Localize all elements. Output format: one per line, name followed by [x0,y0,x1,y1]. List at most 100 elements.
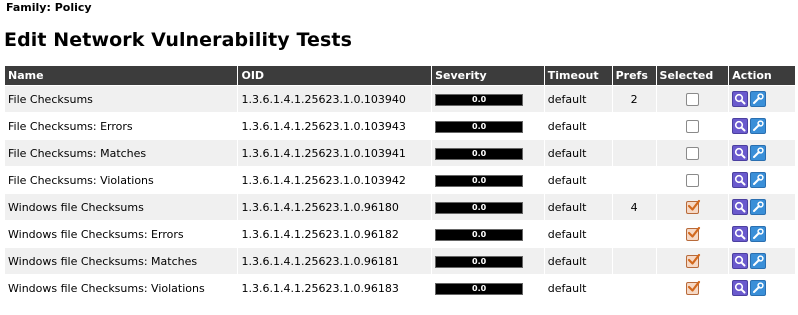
nvt-name: File Checksums: Matches [5,140,238,166]
table-row: Windows file Checksums: Violations 1.3.6.… [5,275,795,301]
column-header-action: Action [729,66,795,85]
severity-bar: 0.0 [435,93,524,106]
action-cell [729,194,795,220]
severity-bar: 0.0 [435,255,524,268]
action-cell [729,275,795,301]
nvt-oid: 1.3.6.1.4.1.25623.1.0.96181 [238,248,432,274]
page-title: Edit Network Vulnerability Tests [4,29,353,51]
nvt-prefs [612,167,656,193]
wrench-icon[interactable] [750,226,767,242]
wrench-icon[interactable] [750,280,767,296]
select-checkbox[interactable] [685,92,699,106]
nvt-prefs [612,275,656,301]
severity-bar: 0.0 [435,120,524,133]
severity-cell: 0.0 [432,167,544,193]
select-checkbox[interactable] [685,119,699,133]
nvt-oid: 1.3.6.1.4.1.25623.1.0.103941 [238,140,432,166]
selected-cell [656,275,729,301]
select-checkbox[interactable] [685,253,701,268]
nvt-prefs: 2 [612,86,656,112]
select-checkbox[interactable] [685,146,699,160]
magnifier-icon[interactable] [732,118,749,134]
table-row: File Checksums: Violations 1.3.6.1.4.1.25… [5,167,795,193]
select-checkbox[interactable] [685,280,701,295]
nvt-table: Name OID Severity Timeout Prefs Selected… [4,65,796,302]
wrench-icon[interactable] [750,172,767,188]
nvt-oid: 1.3.6.1.4.1.25623.1.0.96180 [238,194,432,220]
nvt-timeout: default [544,113,612,139]
severity-cell: 0.0 [432,194,544,220]
magnifier-icon[interactable] [732,280,749,296]
nvt-prefs [612,140,656,166]
nvt-timeout: default [544,221,612,247]
family-label: Family: Policy [6,1,92,14]
column-header-timeout: Timeout [544,66,612,85]
selected-cell [656,194,729,220]
magnifier-icon[interactable] [732,91,749,107]
wrench-icon[interactable] [750,91,767,107]
nvt-name: Windows file Checksums: Matches [5,248,238,274]
magnifier-icon[interactable] [732,199,749,215]
nvt-name: File Checksums: Violations [5,167,238,193]
nvt-name: File Checksums: Errors [5,113,238,139]
nvt-timeout: default [544,86,612,112]
severity-cell: 0.0 [432,86,544,112]
wrench-icon[interactable] [750,253,767,269]
table-row: Windows file Checksums: Errors 1.3.6.1.4.… [5,221,795,247]
magnifier-icon[interactable] [732,226,749,242]
nvt-oid: 1.3.6.1.4.1.25623.1.0.96183 [238,275,432,301]
action-cell [729,86,795,112]
wrench-icon[interactable] [750,199,767,215]
table-row: Windows file Checksums: Matches 1.3.6.1.4… [5,248,795,274]
nvt-oid: 1.3.6.1.4.1.25623.1.0.103942 [238,167,432,193]
nvt-name: Windows file Checksums [5,194,238,220]
severity-bar: 0.0 [435,201,524,214]
severity-bar: 0.0 [435,147,524,160]
nvt-oid: 1.3.6.1.4.1.25623.1.0.96182 [238,221,432,247]
table-row: File Checksums 1.3.6.1.4.1.25623.1.0.1039… [5,86,795,112]
action-cell [729,167,795,193]
select-checkbox[interactable] [685,173,699,187]
selected-cell [656,167,729,193]
action-cell [729,113,795,139]
nvt-oid: 1.3.6.1.4.1.25623.1.0.103943 [238,113,432,139]
table-row: File Checksums: Matches 1.3.6.1.4.1.25623… [5,140,795,166]
severity-cell: 0.0 [432,248,544,274]
nvt-timeout: default [544,194,612,220]
nvt-prefs [612,221,656,247]
magnifier-icon[interactable] [732,253,749,269]
wrench-icon[interactable] [750,118,767,134]
selected-cell [656,248,729,274]
action-cell [729,248,795,274]
action-cell [729,221,795,247]
select-checkbox[interactable] [685,226,701,241]
severity-bar: 0.0 [435,282,524,295]
column-header-prefs: Prefs [612,66,656,85]
severity-bar: 0.0 [435,174,524,187]
wrench-icon[interactable] [750,145,767,161]
nvt-prefs [612,248,656,274]
table-header-row: Name OID Severity Timeout Prefs Selected… [5,66,795,85]
selected-cell [656,221,729,247]
action-cell [729,140,795,166]
column-header-oid: OID [238,66,432,85]
magnifier-icon[interactable] [732,172,749,188]
table-row: File Checksums: Errors 1.3.6.1.4.1.25623.… [5,113,795,139]
select-checkbox[interactable] [685,199,701,214]
nvt-name: Windows file Checksums: Errors [5,221,238,247]
selected-cell [656,140,729,166]
nvt-timeout: default [544,248,612,274]
nvt-timeout: default [544,167,612,193]
selected-cell [656,86,729,112]
column-header-name: Name [5,66,238,85]
nvt-prefs [612,113,656,139]
selected-cell [656,113,729,139]
severity-bar: 0.0 [435,228,524,241]
column-header-severity: Severity [432,66,544,85]
severity-cell: 0.0 [432,275,544,301]
nvt-oid: 1.3.6.1.4.1.25623.1.0.103940 [238,86,432,112]
nvt-name: Windows file Checksums: Violations [5,275,238,301]
magnifier-icon[interactable] [732,145,749,161]
severity-cell: 0.0 [432,140,544,166]
nvt-timeout: default [544,140,612,166]
